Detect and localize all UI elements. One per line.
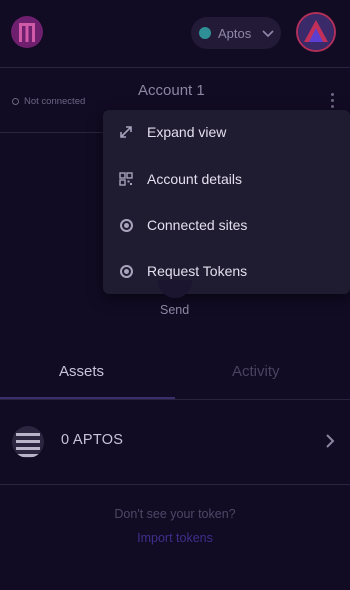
send-button[interactable] [158,280,192,298]
menu-item-label: Request Tokens [147,263,248,279]
radio-icon [119,264,133,278]
asset-list-item[interactable]: 0 APTOS [0,400,350,485]
menu-item-label: Expand view [147,124,227,140]
expand-icon [119,125,133,139]
send-label[interactable]: Send [160,303,189,317]
chevron-right-icon [325,433,335,454]
connection-status[interactable]: Not connected [12,96,85,107]
import-tokens-link[interactable]: Import tokens [0,531,350,545]
tab-activity[interactable]: Activity [232,363,280,380]
account-name[interactable]: Account 1 [138,82,205,99]
asset-amount: 0 APTOS [61,432,124,448]
menu-item-label: Account details [147,171,242,187]
menu-item-label: Connected sites [147,217,248,233]
account-options-menu: Expand view Account details Connected si… [103,110,350,294]
aptos-token-icon [12,426,44,458]
asset-tabs: Assets Activity [0,356,350,400]
account-avatar-icon[interactable] [296,12,336,52]
menu-item-request-tokens[interactable]: Request Tokens [103,250,350,292]
wallet-logo-icon [11,16,43,48]
radio-icon [119,218,133,232]
missing-token-hint: Don't see your token? [114,507,236,521]
network-status-dot [199,27,211,39]
menu-item-expand-view[interactable]: Expand view [103,111,350,153]
tab-assets[interactable]: Assets [59,363,104,380]
menu-item-account-details[interactable]: Account details [103,158,350,200]
app-header: Aptos [0,0,350,68]
connection-status-text: Not connected [24,96,86,107]
menu-item-connected-sites[interactable]: Connected sites [103,204,350,246]
active-tab-indicator [0,397,175,399]
qr-icon [119,172,133,186]
network-label: Aptos [218,25,252,41]
chevron-down-icon [262,26,274,41]
kebab-menu-icon[interactable] [328,93,336,111]
status-dot-icon [12,98,19,105]
network-selector[interactable]: Aptos [191,17,281,49]
